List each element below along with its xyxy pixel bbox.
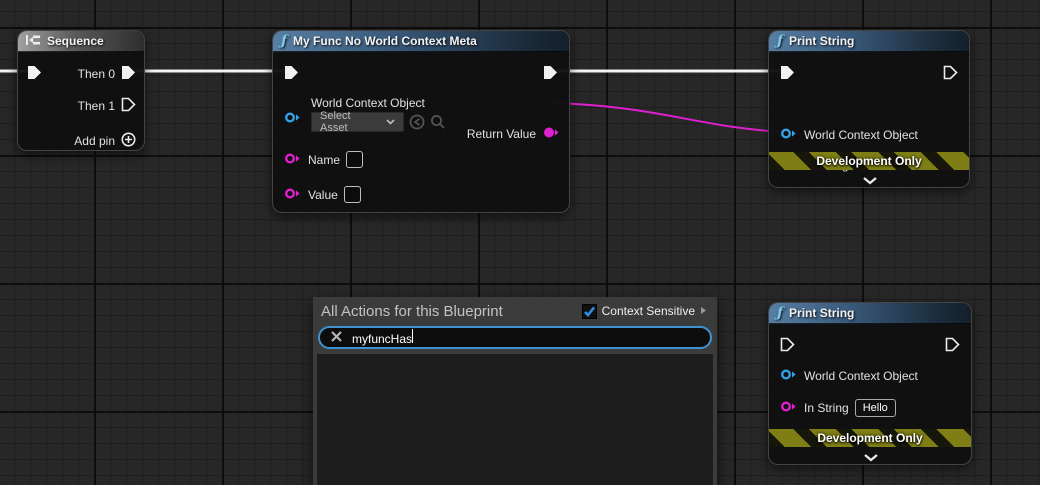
exec-out-pin[interactable] bbox=[543, 65, 558, 83]
then1-exec-out-pin[interactable] bbox=[121, 97, 136, 115]
function-icon: ƒ bbox=[777, 34, 783, 48]
name-label: Name bbox=[308, 153, 340, 167]
value-input[interactable] bbox=[344, 186, 361, 203]
node-title: Print String bbox=[789, 34, 854, 48]
printstring-node-header[interactable]: ƒ Print String bbox=[769, 31, 969, 52]
string-wire-returnvalue-to-instring[interactable] bbox=[552, 103, 786, 132]
text-caret bbox=[412, 329, 413, 343]
myfunc-node-header[interactable]: ƒ My Func No World Context Meta bbox=[273, 31, 569, 52]
exec-in-pin[interactable] bbox=[284, 65, 299, 83]
search-text: myfuncHas bbox=[352, 332, 412, 346]
add-pin-button[interactable]: Add pin bbox=[74, 132, 136, 150]
exec-in-pin[interactable] bbox=[27, 65, 42, 83]
return-value-pin[interactable] bbox=[542, 126, 560, 142]
exec-in-pin[interactable] bbox=[780, 65, 795, 83]
node-title: Print String bbox=[789, 306, 854, 320]
blueprint-action-menu: All Actions for this Blueprint Context S… bbox=[313, 297, 717, 485]
search-input[interactable]: myfuncHas bbox=[318, 326, 712, 349]
use-selected-asset-button[interactable] bbox=[409, 114, 425, 133]
sequence-node-header[interactable]: Sequence bbox=[18, 31, 144, 52]
context-sensitive-label: Context Sensitive bbox=[602, 304, 695, 318]
world-context-object-label: World Context Object bbox=[804, 369, 918, 383]
exec-out-pin[interactable] bbox=[943, 65, 958, 83]
node-my-func-no-world-context-meta[interactable]: ƒ My Func No World Context Meta World Co… bbox=[272, 30, 570, 213]
node-sequence[interactable]: Sequence Then 0 Then 1 Add pin bbox=[17, 30, 145, 151]
return-value-label: Return Value bbox=[467, 127, 536, 141]
world-context-object-pin[interactable] bbox=[780, 127, 798, 143]
exec-in-pin[interactable] bbox=[780, 337, 795, 355]
collapse-chevron-icon[interactable] bbox=[863, 451, 879, 465]
sequence-icon bbox=[26, 34, 41, 49]
node-print-string-top[interactable]: ƒ Print String World Context Object bbox=[768, 30, 970, 188]
world-context-object-pin[interactable] bbox=[284, 111, 302, 127]
node-title: My Func No World Context Meta bbox=[293, 34, 477, 48]
blueprint-graph-canvas[interactable]: Sequence Then 0 Then 1 Add pin bbox=[0, 0, 1040, 485]
printstring-node-header[interactable]: ƒ Print String bbox=[769, 303, 971, 324]
action-menu-title: All Actions for this Blueprint bbox=[321, 303, 503, 320]
name-input[interactable] bbox=[346, 151, 363, 168]
world-context-object-pin[interactable] bbox=[780, 368, 798, 384]
value-label: Value bbox=[308, 188, 338, 202]
then0-exec-out-pin[interactable] bbox=[121, 65, 136, 83]
node-print-string-bottom[interactable]: ƒ Print String World Context Object bbox=[768, 302, 972, 465]
development-only-banner: Development Only bbox=[769, 429, 971, 447]
value-pin[interactable] bbox=[284, 187, 302, 203]
node-title: Sequence bbox=[47, 34, 104, 48]
function-icon: ƒ bbox=[281, 34, 287, 48]
name-pin[interactable] bbox=[284, 152, 302, 168]
add-pin-label: Add pin bbox=[74, 134, 115, 148]
clear-search-icon[interactable] bbox=[330, 330, 343, 346]
exec-out-pin[interactable] bbox=[945, 337, 960, 355]
world-context-object-label: World Context Object bbox=[311, 96, 425, 110]
action-results-list[interactable] bbox=[317, 354, 713, 485]
development-only-banner: Development Only bbox=[769, 152, 969, 170]
then1-label: Then 1 bbox=[78, 99, 115, 113]
collapse-chevron-icon[interactable] bbox=[862, 174, 878, 188]
in-string-pin[interactable] bbox=[780, 400, 798, 416]
context-sensitive-checkbox[interactable] bbox=[582, 304, 597, 319]
chevron-down-icon bbox=[386, 116, 395, 128]
browse-asset-search-icon[interactable] bbox=[430, 114, 446, 133]
world-context-object-label: World Context Object bbox=[804, 128, 918, 142]
in-string-label: In String bbox=[804, 401, 849, 415]
in-string-input[interactable]: Hello bbox=[855, 399, 896, 417]
function-icon: ƒ bbox=[777, 306, 783, 320]
select-asset-label: Select Asset bbox=[320, 110, 379, 134]
then0-label: Then 0 bbox=[78, 67, 115, 81]
add-pin-plus-icon bbox=[121, 132, 136, 150]
submenu-arrow-icon[interactable] bbox=[700, 304, 707, 318]
select-asset-dropdown[interactable]: Select Asset bbox=[311, 112, 404, 132]
